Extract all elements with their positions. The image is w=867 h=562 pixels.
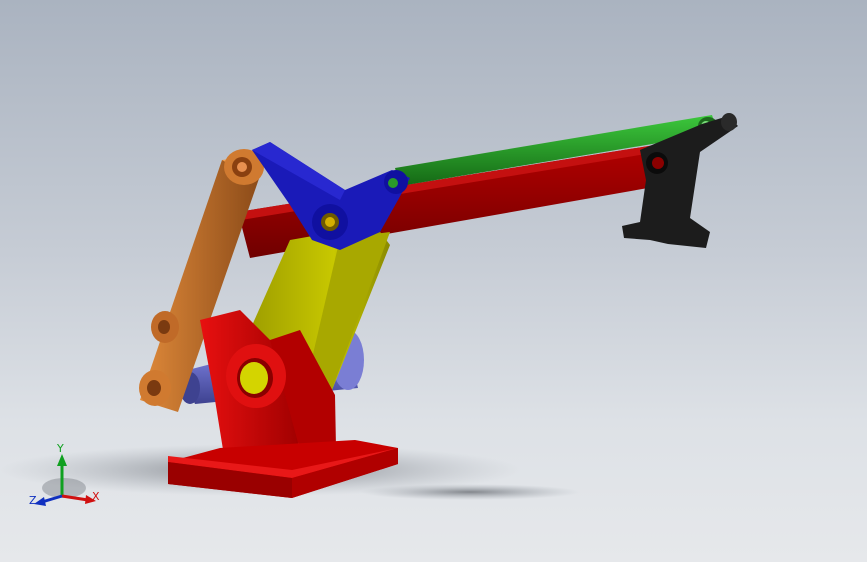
x-axis-line bbox=[61, 494, 89, 502]
assembly-scene[interactable] bbox=[0, 0, 867, 562]
z-axis-label: Z bbox=[29, 494, 37, 507]
y-axis-label: Y bbox=[56, 442, 64, 455]
cad-viewport[interactable]: Y X Z bbox=[0, 0, 867, 562]
z-axis-line bbox=[41, 494, 63, 504]
x-axis-label: X bbox=[92, 490, 100, 503]
floor-shadow-right bbox=[360, 484, 580, 500]
coordinate-triad: Y X Z bbox=[29, 442, 100, 507]
y-axis-arrow bbox=[57, 454, 67, 466]
